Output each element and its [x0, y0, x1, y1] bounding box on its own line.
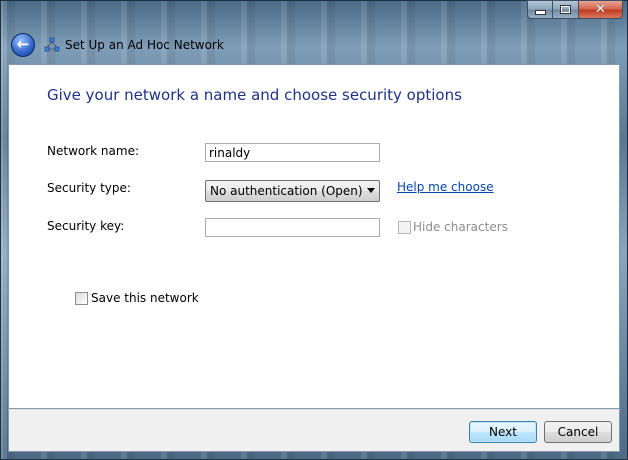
- window-title: Set Up an Ad Hoc Network: [65, 38, 224, 52]
- next-button[interactable]: Next: [469, 421, 537, 443]
- cancel-button[interactable]: Cancel: [544, 421, 612, 443]
- network-name-label: Network name:: [47, 144, 139, 158]
- caption-buttons: ✕: [527, 0, 623, 19]
- save-network-checkbox[interactable]: [75, 292, 88, 305]
- save-network-label: Save this network: [91, 291, 199, 305]
- back-arrow-icon: ←: [16, 35, 30, 53]
- security-type-value: No authentication (Open): [210, 184, 363, 198]
- ad-hoc-network-icon: [44, 37, 60, 52]
- security-type-select[interactable]: No authentication (Open): [205, 180, 380, 202]
- minimize-icon: [534, 10, 546, 15]
- hide-characters-checkbox[interactable]: [398, 221, 411, 234]
- dialog-footer: Next Cancel: [8, 409, 620, 452]
- page-heading: Give your network a name and choose secu…: [47, 86, 462, 104]
- close-button[interactable]: ✕: [579, 0, 623, 19]
- content-panel: Give your network a name and choose secu…: [8, 64, 620, 409]
- network-name-input[interactable]: [205, 143, 380, 162]
- close-icon: ✕: [595, 2, 606, 17]
- security-key-label: Security key:: [47, 219, 125, 233]
- security-key-input[interactable]: [205, 218, 380, 237]
- hide-characters-label: Hide characters: [413, 220, 508, 234]
- maximize-button[interactable]: [553, 0, 579, 19]
- back-button[interactable]: ←: [11, 33, 35, 57]
- dropdown-arrow-icon: [367, 188, 375, 193]
- help-me-choose-link[interactable]: Help me choose: [397, 180, 494, 194]
- security-type-label: Security type:: [47, 181, 131, 195]
- minimize-button[interactable]: [527, 0, 553, 19]
- maximize-icon: [560, 5, 571, 14]
